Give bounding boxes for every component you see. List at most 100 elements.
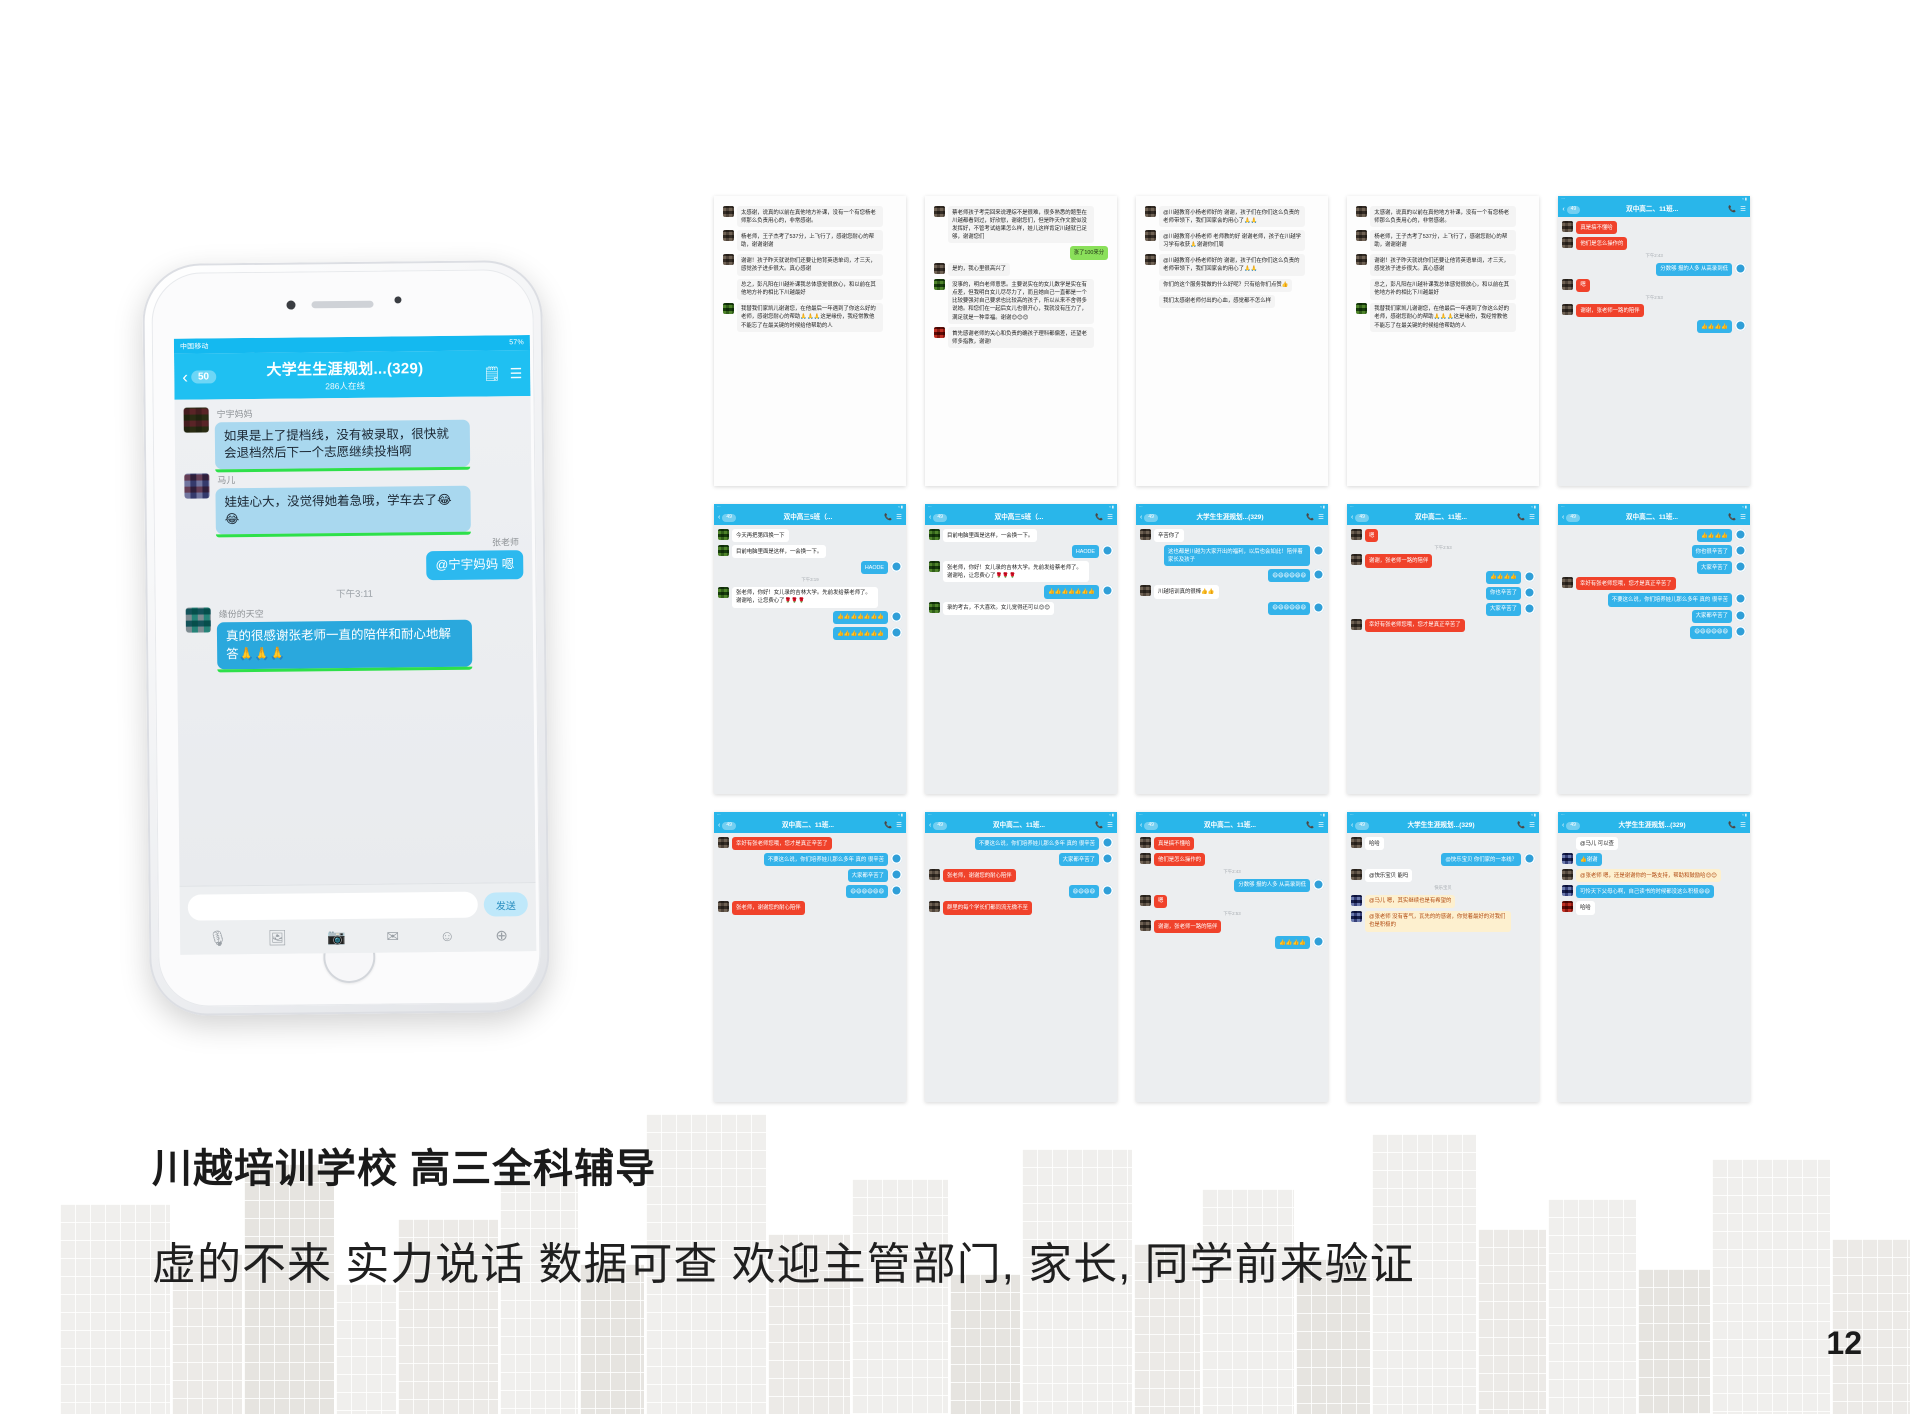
screenshot-thumbnail[interactable]: ··· ⌁ ▮ ‹ 49 双中高二、11班... 📞 ☰ 嗯下午2:53 谢谢，张老师一路的陪伴… [1347, 504, 1539, 794]
message-input[interactable] [187, 891, 478, 921]
screenshot-thumbnail[interactable]: ··· ⌁ ▮ ‹ 49 双中高三5班（... 📞 ☰ 目前电脑里面是这样，一会换一下。 HAO… [925, 504, 1117, 794]
avatar[interactable] [1562, 237, 1574, 249]
avatar[interactable] [1102, 885, 1113, 897]
avatar[interactable] [1140, 529, 1151, 540]
message-bubble[interactable]: @快乐宝贝 能吗 [1365, 869, 1413, 883]
menu-icon[interactable]: ☰ [1529, 821, 1535, 830]
avatar[interactable] [1313, 878, 1324, 890]
avatar[interactable] [1351, 554, 1362, 566]
message-bubble[interactable]: 分数够 报的人多 从高录到低 [1656, 262, 1732, 276]
message-bubble[interactable]: 首先感谢老师的关心和负责的确孩子理科都偏差，还望老师多指教，谢谢! [948, 327, 1095, 349]
avatar[interactable] [1356, 230, 1368, 242]
avatar[interactable] [1562, 278, 1574, 290]
message-bubble[interactable]: HAODE [860, 561, 888, 575]
send-button[interactable]: 发送 [483, 892, 528, 917]
avatar[interactable] [1562, 221, 1574, 232]
avatar[interactable] [1145, 206, 1157, 217]
menu-icon[interactable]: ☰ [510, 365, 523, 382]
message-bubble[interactable]: 杨老师，王子杰考了537分，上飞行了，感谢您耐心的帮助，谢谢谢谢 [1370, 230, 1517, 252]
chevron-left-icon[interactable]: ‹ [1562, 205, 1564, 215]
screenshot-thumbnail[interactable]: ··· ⌁ ▮ ‹ 49 双中高三5班（... 📞 ☰ 今天再把第四换一下 目前电脑里面是这样，… [714, 504, 906, 794]
avatar[interactable] [1351, 894, 1362, 906]
message-bubble[interactable]: 分数够 报的人多 从高录到低 [1234, 878, 1310, 892]
message-bubble[interactable]: 我们太感谢老师付出的心血，感觉都不怎么样 [1159, 294, 1275, 308]
screenshot-thumbnail[interactable]: ··· ⌁ ▮ ‹ 49 大学生生涯规划...(329) 📞 ☰ 哈哈 @快乐宝贝 你们家的一本… [1347, 812, 1539, 1102]
avatar[interactable] [1351, 869, 1362, 881]
phone-call-icon[interactable]: 📞 [1728, 205, 1736, 214]
avatar[interactable] [1562, 901, 1573, 913]
avatar[interactable] [1562, 885, 1573, 897]
message-bubble[interactable]: 真的很感谢张老师一直的陪伴和耐心地解答🙏🙏🙏 [216, 619, 473, 670]
image-icon[interactable]: 🖼 [268, 929, 287, 947]
chevron-left-icon[interactable]: ‹ [1140, 513, 1142, 523]
avatar[interactable] [723, 254, 734, 266]
chevron-left-icon[interactable]: ‹ [1562, 513, 1564, 523]
avatar[interactable] [1562, 304, 1574, 316]
message-bubble[interactable]: 👍👍👍👍 [1697, 529, 1732, 543]
message-bubble[interactable]: HAODE [1071, 545, 1099, 559]
screenshot-thumbnail[interactable]: ··· ⌁ ▮ ‹ 49 双中高二、11班... 📞 ☰ 幸好有张老师您哦，您才是真正辛苦了不… [714, 812, 906, 1102]
message-bubble[interactable]: @宁宇妈妈 嗯 [426, 550, 524, 581]
camera-icon[interactable]: 📷 [327, 928, 346, 946]
avatar[interactable] [891, 627, 902, 639]
avatar[interactable] [183, 407, 209, 433]
avatar[interactable] [1140, 853, 1151, 865]
message-bubble[interactable]: 大家辛苦了 [1697, 561, 1732, 575]
message-bubble[interactable]: 哈哈 [1576, 901, 1595, 915]
avatar[interactable] [718, 545, 729, 557]
message-bubble[interactable]: 嗯 [1576, 278, 1590, 292]
avatar[interactable] [1524, 602, 1535, 614]
avatar[interactable] [723, 302, 734, 314]
message-bubble[interactable]: @川越教育小杨老师好的 谢谢，孩子们在你们这么负责的老师带领下，我们回家会的用心… [1159, 254, 1306, 276]
phone-call-icon[interactable]: 📞 [1306, 821, 1314, 830]
chevron-left-icon[interactable]: ‹ [718, 513, 720, 523]
message-bubble[interactable]: 蔡老师孩子考完回来说理综不是很难，很多熟悉的题型在川越都看到过，好欣慰，谢谢您们… [948, 206, 1095, 244]
message-bubble[interactable]: 大家辛苦了 [1486, 602, 1521, 616]
message-bubble[interactable]: 你们的这个服务我做的什么好呢？只有给你们点赞👍 [1159, 278, 1293, 292]
message-bubble[interactable]: @马儿 嗯，其实继续也是有希望的 [1365, 894, 1456, 908]
message-bubble[interactable]: 总之，彭凡阳在川越补课我总体感觉很放心，和以前在其他地方补的相比下川越最好 [737, 278, 883, 300]
screenshot-thumbnail[interactable]: ··· ⌁ ▮ ‹ 49 双中高二、11班... 📞 ☰ 不要这么说，你们培养娃儿那么多年 真… [925, 812, 1117, 1102]
avatar[interactable] [1562, 577, 1573, 589]
menu-icon[interactable]: ☰ [1740, 205, 1746, 214]
avatar[interactable] [891, 869, 902, 881]
plus-icon[interactable]: ⊕ [495, 926, 508, 944]
message-bubble[interactable]: 👍👍👍👍 [1697, 320, 1732, 334]
message-bubble[interactable]: 张老师，你好！女儿录的吉林大学。先前发给蔡老师了。谢谢哈，让您费心了🌹🌹🌹 [732, 586, 878, 608]
screenshot-thumbnail[interactable]: @川越教育小杨老师好的 谢谢，孩子们在你们这么负责的老师带领下，我们回家会的用心… [1136, 196, 1329, 486]
avatar[interactable] [1313, 936, 1324, 948]
phone-call-icon[interactable]: 📞 [884, 821, 892, 830]
avatar[interactable] [1356, 302, 1368, 314]
avatar[interactable] [1734, 320, 1746, 332]
phone-call-icon[interactable]: 📞 [1095, 513, 1103, 522]
menu-icon[interactable]: ☰ [896, 513, 902, 522]
message-bubble[interactable]: 大家都辛苦了 [847, 869, 888, 883]
menu-icon[interactable]: ☰ [1740, 821, 1746, 830]
avatar[interactable] [1734, 262, 1746, 274]
message-bubble[interactable]: 嗯 [1154, 894, 1168, 908]
avatar[interactable] [1351, 618, 1362, 630]
chevron-left-icon[interactable]: ‹ [718, 821, 720, 831]
message-bubble[interactable]: 谢谢，张老师一路的陪伴 [1365, 554, 1433, 568]
message-bubble[interactable]: 👍👍👍👍👍👍👍 [1044, 585, 1099, 599]
screenshot-thumbnail[interactable]: ··· ⌁ ▮ ‹ 49 大学生生涯规划...(329) 📞 ☰ @马儿 可以查 👍谢谢 @张老师… [1558, 812, 1750, 1102]
phone-call-icon[interactable]: 📞 [1095, 821, 1103, 830]
avatar[interactable] [891, 610, 902, 622]
screenshot-thumbnail[interactable]: 蔡老师孩子考完回来说理综不是很难，很多熟悉的题型在川越都看到过，好欣慰，谢谢您们… [925, 196, 1118, 486]
message-bubble[interactable]: 不要这么说，你们培养娃儿那么多年 真的 很辛苦 [974, 837, 1099, 851]
message-bubble[interactable]: 真是搞不懂哈 [1576, 221, 1617, 235]
avatar[interactable] [929, 561, 940, 573]
message-bubble[interactable]: 张老师，谢谢您的耐心陪伴 [732, 901, 805, 915]
avatar[interactable] [1313, 601, 1324, 613]
message-bubble[interactable]: 幸好有张老师您哦，您才是真正辛苦了 [1576, 577, 1676, 591]
message-bubble[interactable]: 没事的，明白老师意思。主要说实在的女儿数学是实在有点差，但我明白女儿尽尽力了，而… [948, 278, 1095, 325]
avatar[interactable] [1145, 254, 1157, 266]
avatar[interactable] [1562, 869, 1573, 881]
message-bubble[interactable]: 太感谢，说真的以前在真他地方补课，没有一个有您杨老师那么负责用心的，非常感谢。 [737, 206, 883, 228]
chevron-left-icon[interactable]: ‹ [929, 513, 931, 523]
message-bubble[interactable]: 谢谢！孩子昨天就说你们还要让他背英语单词，才三天，感觉孩子进步很大。真心感谢 [1370, 254, 1517, 276]
phone-call-icon[interactable]: 📞 [1517, 513, 1525, 522]
message-bubble[interactable]: 你也很辛苦了 [1691, 545, 1732, 559]
message-bubble[interactable]: 👍👍👍👍👍👍👍 [833, 627, 888, 641]
message-bubble[interactable]: 谢谢！孩子昨天就说你们还要让他背英语单词，才三天，感觉孩子进步很大。真心感谢 [737, 254, 883, 276]
